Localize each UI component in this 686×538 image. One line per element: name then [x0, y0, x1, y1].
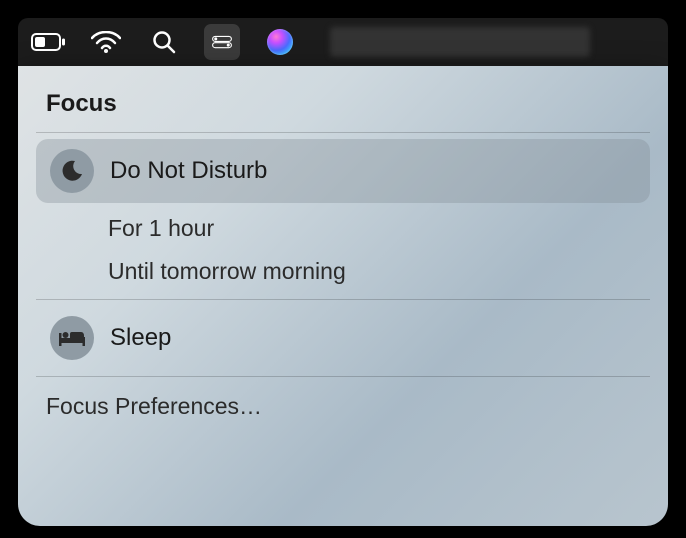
divider	[36, 132, 650, 133]
moon-icon	[50, 149, 94, 193]
dnd-option-tomorrow[interactable]: Until tomorrow morning	[108, 254, 640, 289]
siri-icon[interactable]	[262, 24, 298, 60]
menubar	[18, 18, 668, 66]
search-icon[interactable]	[146, 24, 182, 60]
focus-mode-label: Do Not Disturb	[110, 157, 267, 185]
focus-mode-label: Sleep	[110, 324, 171, 352]
focus-preferences-link[interactable]: Focus Preferences…	[18, 377, 668, 438]
control-center-icon[interactable]	[204, 24, 240, 60]
bed-icon	[50, 316, 94, 360]
dnd-option-1hour[interactable]: For 1 hour	[108, 211, 640, 246]
panel-title: Focus	[18, 86, 668, 132]
focus-mode-sleep[interactable]: Sleep	[36, 306, 650, 370]
focus-mode-do-not-disturb[interactable]: Do Not Disturb	[36, 139, 650, 203]
menubar-status-area	[330, 27, 590, 57]
focus-panel: Focus Do Not Disturb For 1 hour Until to…	[18, 66, 668, 526]
divider	[36, 299, 650, 300]
wifi-icon[interactable]	[88, 24, 124, 60]
battery-icon[interactable]	[30, 24, 66, 60]
dnd-options: For 1 hour Until tomorrow morning	[18, 209, 668, 299]
